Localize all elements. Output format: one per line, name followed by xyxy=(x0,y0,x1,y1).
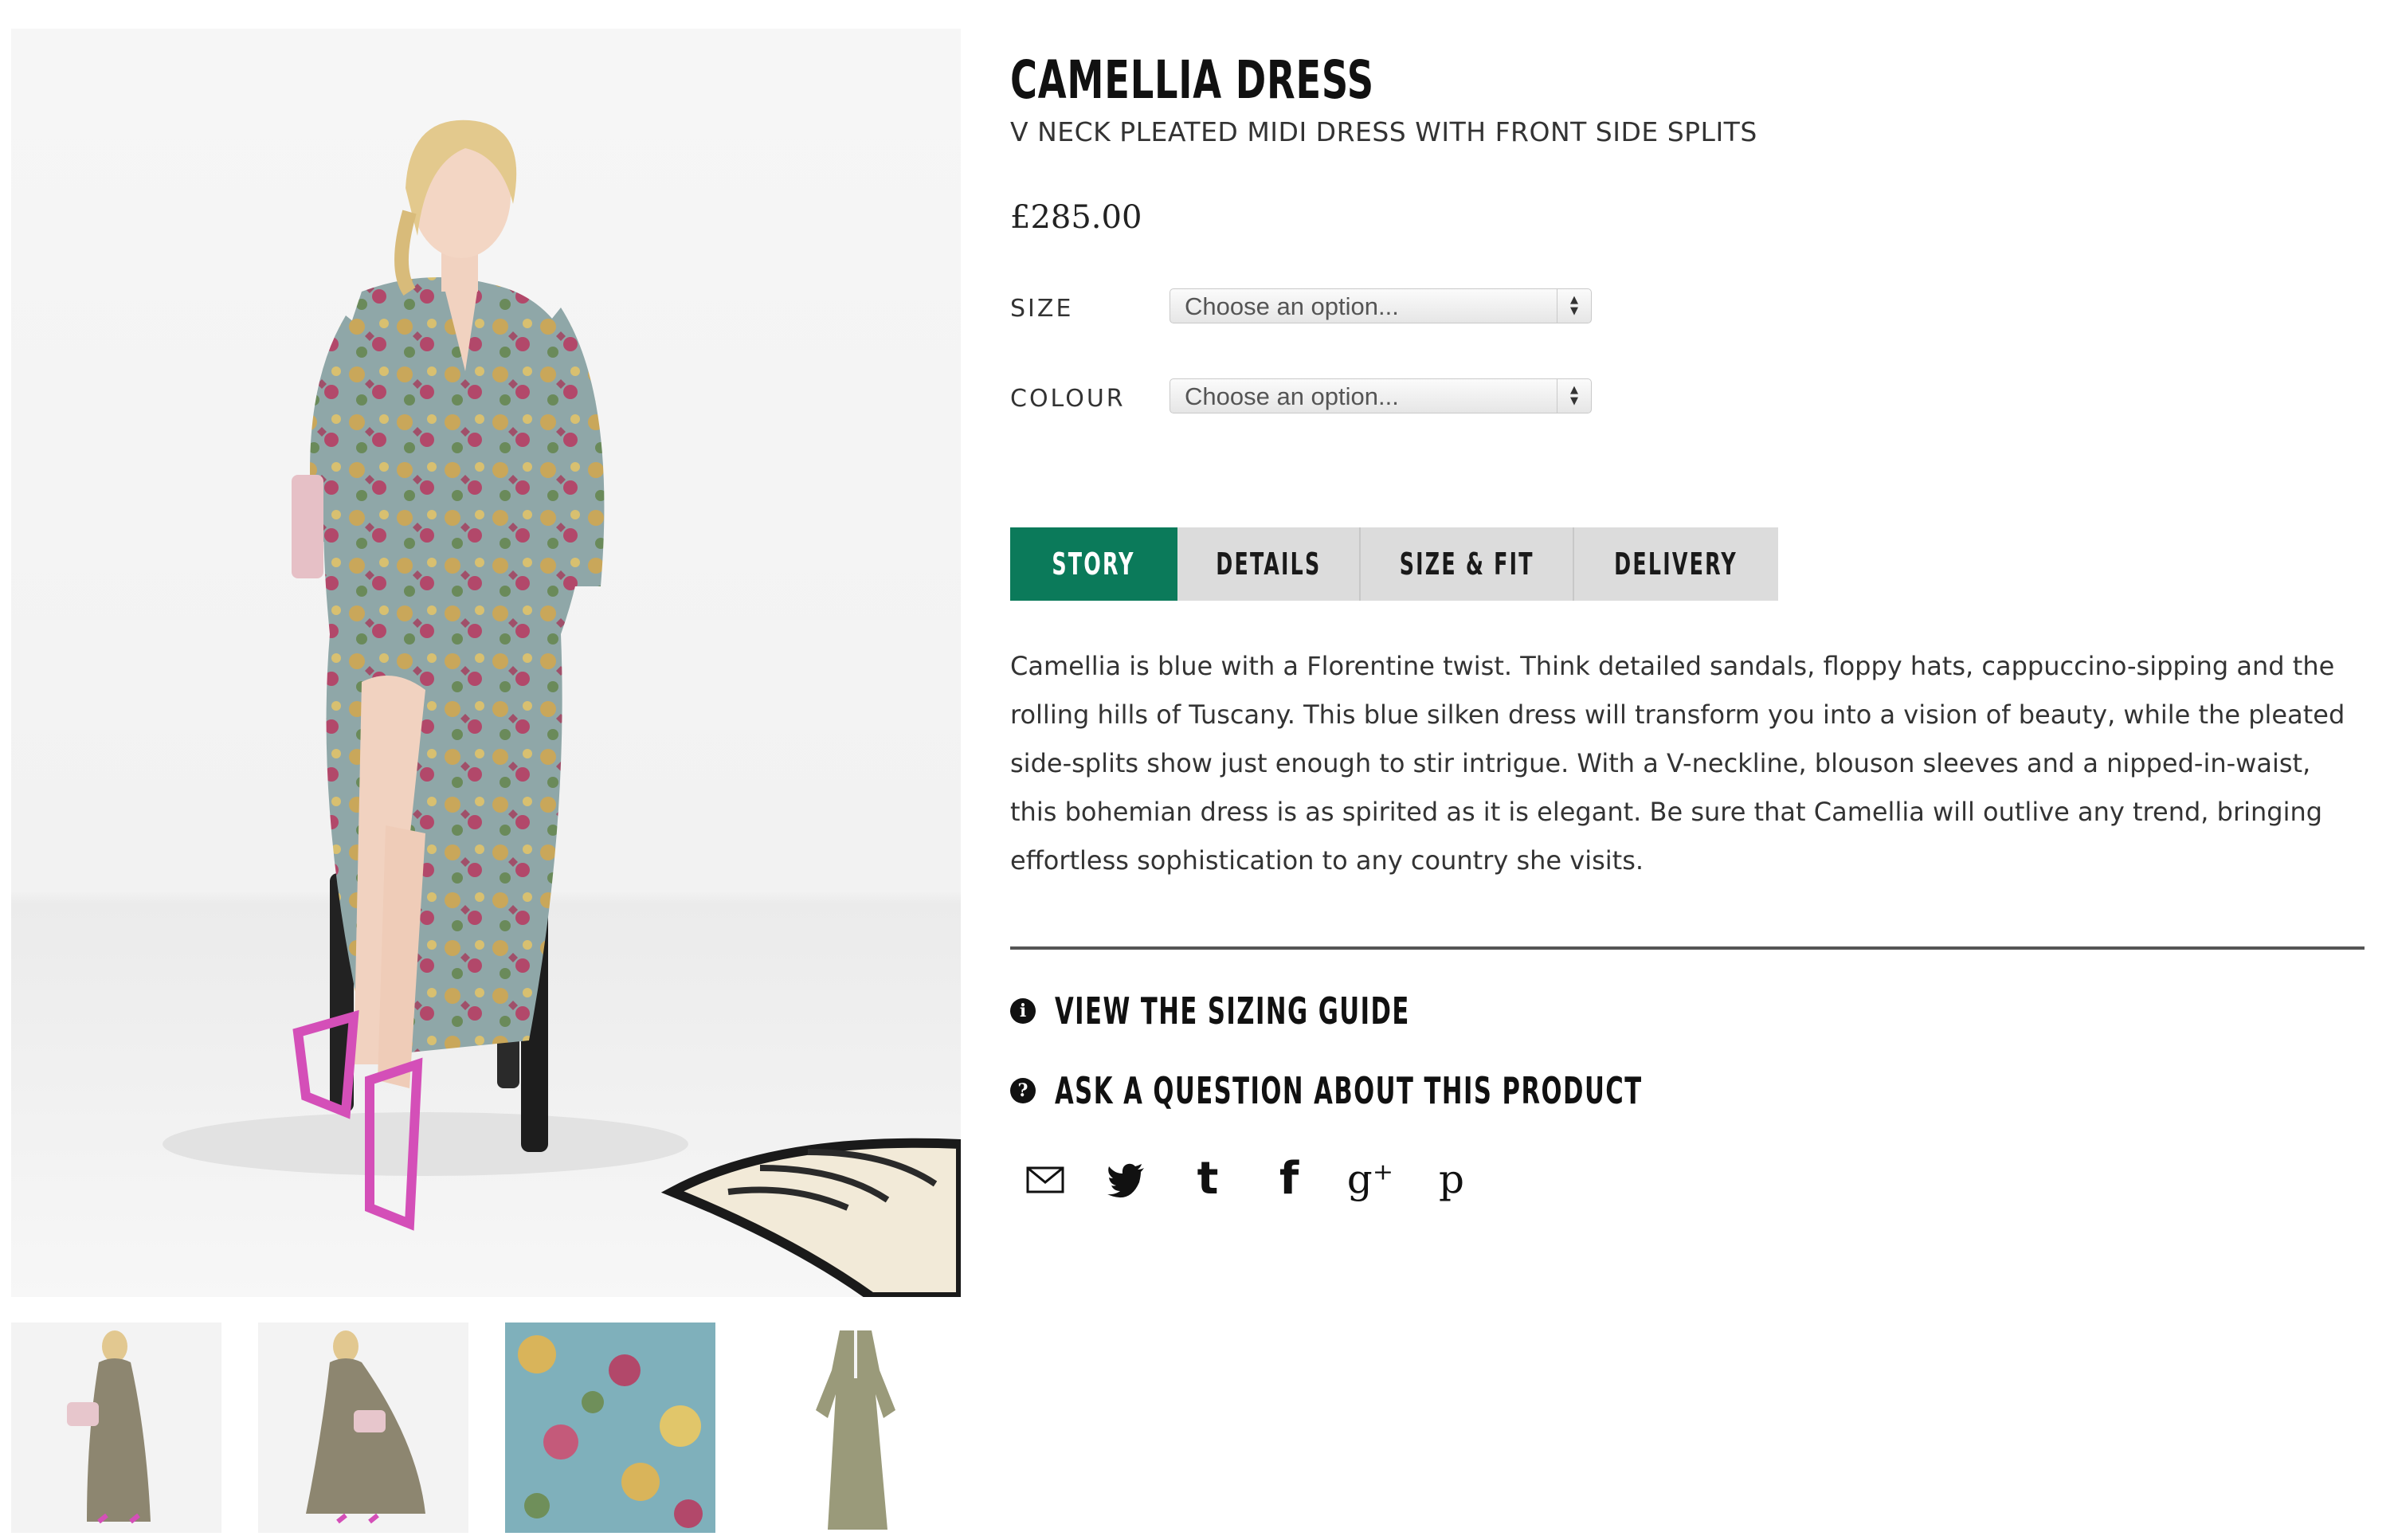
product-description: Camellia is blue with a Florentine twist… xyxy=(1010,651,2345,876)
colour-label: COLOUR xyxy=(1010,385,1126,413)
thumbnail-fabric-print[interactable] xyxy=(505,1323,715,1533)
thumbnail-front-view[interactable] xyxy=(11,1323,221,1533)
product-subtitle: V NECK PLEATED MIDI DRESS WITH FRONT SID… xyxy=(1010,116,1757,147)
pinterest-icon[interactable]: p xyxy=(1428,1155,1475,1203)
size-label: SIZE xyxy=(1010,295,1074,323)
product-price: £285.00 xyxy=(1010,199,1142,236)
thumbnail-dress-flat[interactable] xyxy=(752,1323,962,1533)
tab-label: STORY xyxy=(1052,547,1136,582)
product-title: CAMELLIA DRESS xyxy=(1010,49,1374,111)
tab-size-fit[interactable]: SIZE & FIT xyxy=(1361,527,1574,601)
select-arrows-icon: ▲ ▼ xyxy=(1557,379,1591,413)
product-info-tabs: STORY DETAILS SIZE & FIT DELIVERY xyxy=(1010,527,1778,601)
email-icon[interactable] xyxy=(1021,1155,1069,1203)
select-arrows-icon: ▲ ▼ xyxy=(1557,289,1591,323)
twitter-icon[interactable] xyxy=(1103,1155,1150,1203)
thumbnail-back-view[interactable] xyxy=(258,1323,468,1533)
main-product-image[interactable] xyxy=(11,29,961,1297)
ask-question-label: ASK A QUESTION ABOUT THIS PRODUCT xyxy=(1055,1069,1643,1112)
tab-details[interactable]: DETAILS xyxy=(1177,527,1361,601)
divider xyxy=(1010,946,2365,950)
sizing-guide-label: VIEW THE SIZING GUIDE xyxy=(1055,989,1410,1033)
size-select-value: Choose an option... xyxy=(1185,292,1399,320)
colour-select[interactable]: Choose an option... ▲ ▼ xyxy=(1170,378,1592,413)
info-icon: i xyxy=(1010,998,1036,1024)
sizing-guide-link[interactable]: i VIEW THE SIZING GUIDE xyxy=(1010,989,1534,1033)
share-bar: t f g⁺ p xyxy=(1021,1155,1509,1203)
tab-story[interactable]: STORY xyxy=(1010,527,1177,601)
tab-label: SIZE & FIT xyxy=(1399,547,1534,582)
ask-question-link[interactable]: ? ASK A QUESTION ABOUT THIS PRODUCT xyxy=(1010,1069,1849,1112)
tumblr-icon[interactable]: t xyxy=(1184,1155,1232,1203)
tab-label: DETAILS xyxy=(1215,547,1322,582)
tab-label: DELIVERY xyxy=(1614,547,1738,582)
google-plus-icon[interactable]: g⁺ xyxy=(1346,1155,1394,1203)
colour-select-value: Choose an option... xyxy=(1185,382,1399,410)
tab-delivery[interactable]: DELIVERY xyxy=(1574,527,1778,601)
facebook-icon[interactable]: f xyxy=(1265,1155,1313,1203)
question-icon: ? xyxy=(1010,1078,1036,1103)
size-select[interactable]: Choose an option... ▲ ▼ xyxy=(1170,288,1592,323)
